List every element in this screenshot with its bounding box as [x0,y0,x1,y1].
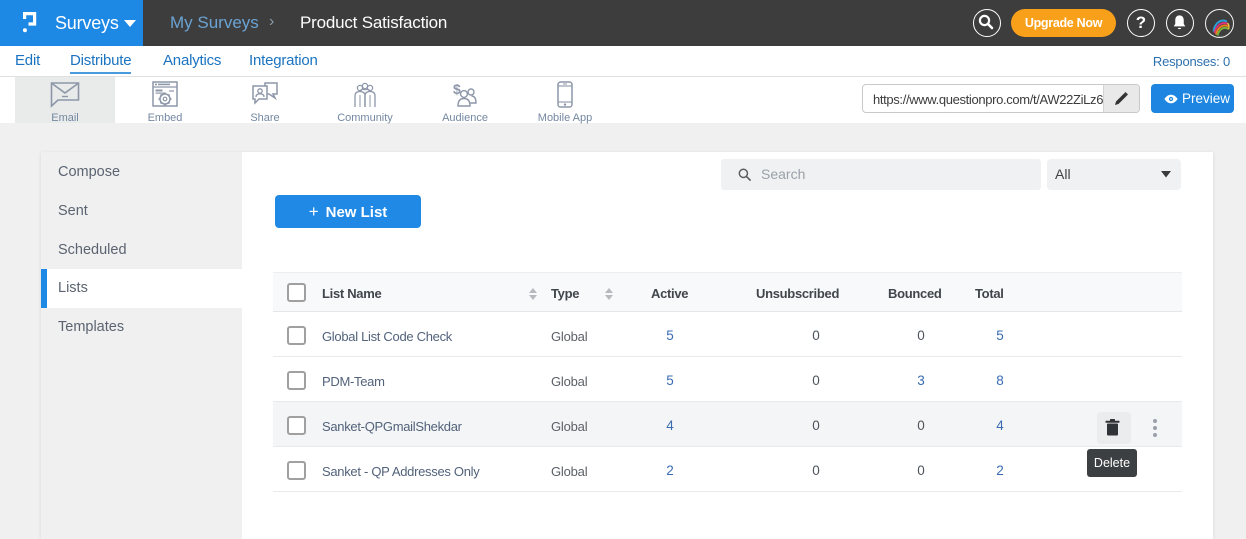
svg-text:$: $ [453,81,461,97]
